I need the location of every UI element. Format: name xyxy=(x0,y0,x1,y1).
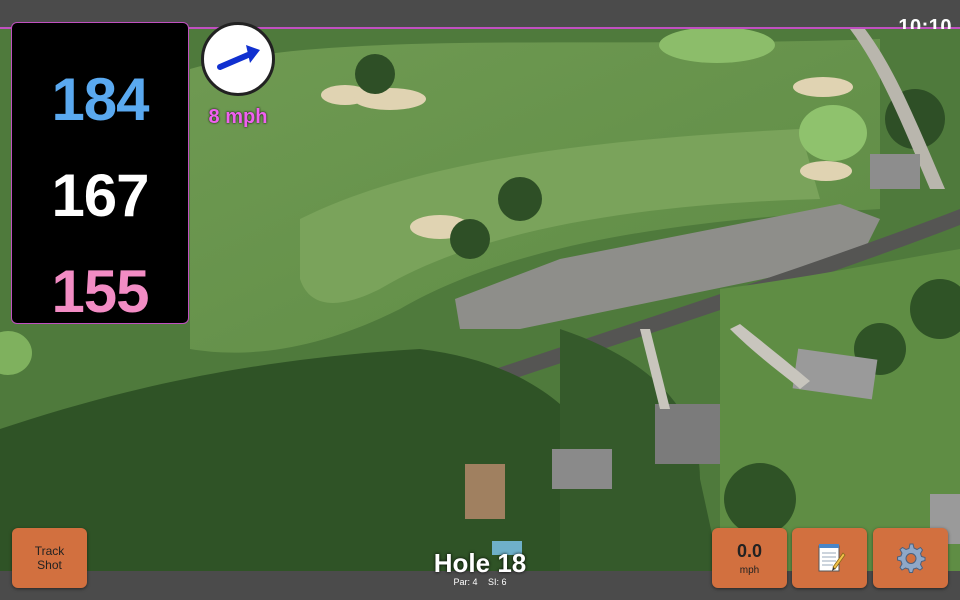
notepad-icon xyxy=(818,544,846,572)
gear-icon xyxy=(896,543,925,573)
wind-indicator xyxy=(201,22,275,96)
wind-speed-button[interactable]: 0.0 mph xyxy=(712,528,787,588)
back-distance: 184 xyxy=(51,66,149,133)
notes-button[interactable] xyxy=(792,528,867,588)
arrow-right-icon xyxy=(217,45,260,70)
front-distance: 155 xyxy=(51,258,149,325)
hole-info: Par: 4 SI: 6 xyxy=(380,577,580,587)
wind-speed-unit: mph xyxy=(739,564,760,576)
hole-title: Hole 18 xyxy=(433,548,527,578)
track-shot-button[interactable]: Track Shot xyxy=(12,528,87,588)
track-shot-label-line1: Track xyxy=(34,544,65,558)
track-shot-label-line2: Shot xyxy=(37,558,62,572)
hole-par: Par: 4 xyxy=(453,577,478,587)
settings-button[interactable] xyxy=(873,528,948,588)
middle-distance: 167 xyxy=(51,162,149,229)
wind-speed-label: 8 mph xyxy=(208,106,268,128)
distance-panel: 184 167 155 xyxy=(11,22,189,325)
hole-stroke-index: SI: 6 xyxy=(488,577,507,587)
wind-speed-value: 0.0 xyxy=(736,540,763,561)
